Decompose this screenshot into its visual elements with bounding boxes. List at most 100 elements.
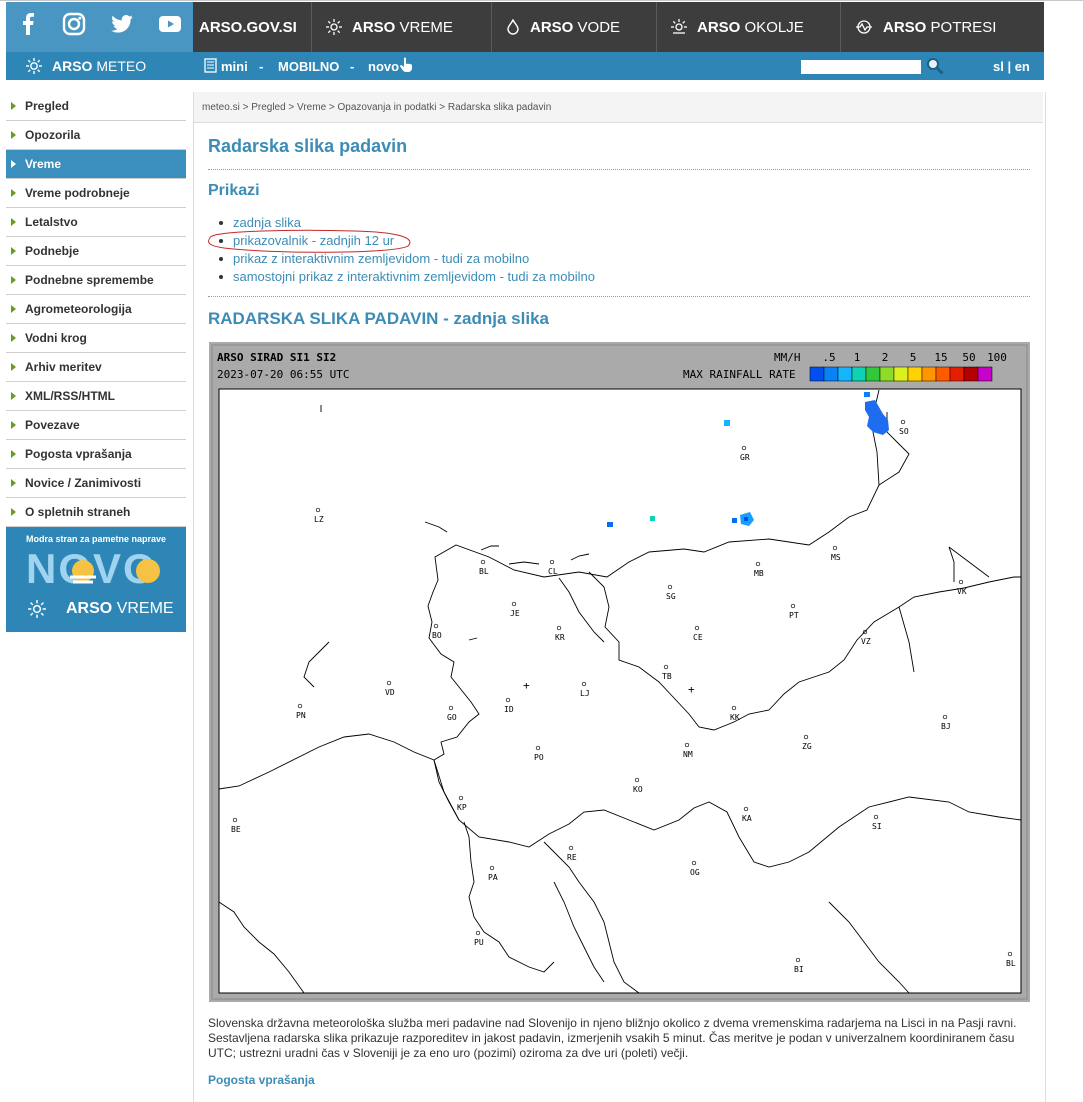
place-label: TB xyxy=(662,672,672,681)
radar-image: .5 1 2 5 15 50 100 SO GR LZ MS BL CL MB … xyxy=(209,342,1030,1002)
crosshair-marker: + xyxy=(688,683,695,696)
nav-arso-gov-si[interactable]: ARSO.GOV.SI xyxy=(193,2,312,52)
place-label: LZ xyxy=(314,515,324,524)
place-label: VD xyxy=(385,688,395,697)
sidebar-item-letalstvo[interactable]: Letalstvo xyxy=(6,208,186,237)
legend-color-swatch xyxy=(809,366,825,382)
mini-link[interactable]: mini xyxy=(221,59,248,74)
place-label: SI xyxy=(872,822,882,831)
sidebar-item-povezave[interactable]: Povezave xyxy=(6,411,186,440)
arrow-right-icon xyxy=(11,421,16,429)
sidebar-item-vreme-podrobneje[interactable]: Vreme podrobneje xyxy=(6,179,186,208)
place-label: BJ xyxy=(941,722,951,731)
place-label: GO xyxy=(447,713,457,722)
cloud-sun-icon xyxy=(70,560,96,584)
sidebar-menu: Pregled Opozorila Vreme Vreme podrobneje… xyxy=(6,92,186,527)
sidebar-item-vreme[interactable]: Vreme xyxy=(6,150,186,179)
language-switch[interactable]: sl | en xyxy=(993,59,1030,74)
sidebar-item-novice[interactable]: Novice / Zanimivosti xyxy=(6,469,186,498)
sun-haze-icon xyxy=(671,19,687,35)
radar-station: ARSO SIRAD SI1 SI2 xyxy=(217,351,336,364)
legend-color-swatch xyxy=(963,366,979,382)
earthquake-icon xyxy=(855,19,873,35)
arrow-right-icon xyxy=(11,450,16,458)
search-icon[interactable] xyxy=(926,57,944,78)
arrow-right-icon xyxy=(11,508,16,516)
sidebar-item-pogosta-vprasanja[interactable]: Pogosta vprašanja xyxy=(6,440,186,469)
legend-color-swatch xyxy=(879,366,895,382)
mini-icon[interactable] xyxy=(204,58,217,76)
sidebar-item-xml-rss-html[interactable]: XML/RSS/HTML xyxy=(6,382,186,411)
social-links xyxy=(6,2,193,52)
description-text: Slovenska državna meteorološka služba me… xyxy=(208,1016,1017,1060)
sidebar-item-arhiv-meritev[interactable]: Arhiv meritev xyxy=(6,353,186,382)
arrow-right-icon xyxy=(11,305,16,313)
arrow-right-icon xyxy=(11,276,16,284)
place-label: ZG xyxy=(802,742,812,751)
top-border xyxy=(0,0,1083,1)
arrow-right-icon xyxy=(11,102,16,110)
nav-arso-okolje[interactable]: ARSO OKOLJE xyxy=(657,2,841,52)
nav-arso-vreme[interactable]: ARSO VREME xyxy=(312,2,492,52)
place-label: MB xyxy=(754,569,764,578)
sun-icon xyxy=(28,600,46,623)
place-label: KO xyxy=(633,785,643,794)
radar-timestamp: 2023-07-20 06:55 UTC xyxy=(217,368,349,381)
arso-meteo-label: ARSO METEO xyxy=(52,58,147,74)
sidebar-item-opozorila[interactable]: Opozorila xyxy=(6,121,186,150)
legend-color-swatch xyxy=(921,366,937,382)
sun-icon xyxy=(136,559,160,583)
place-label: KK xyxy=(730,713,740,722)
legend-scale-label: 5 xyxy=(910,351,917,364)
legend-color-swatch xyxy=(851,366,867,382)
arrow-right-icon xyxy=(11,189,16,197)
place-label: OG xyxy=(690,868,700,877)
promo-brand: ARSO VREME xyxy=(66,600,174,617)
sub-navigation: mini - MOBILNO - novo sl | en xyxy=(193,52,1044,80)
place-label: GR xyxy=(740,453,750,462)
sidebar-item-podnebne-spremembe[interactable]: Podnebne spremembe xyxy=(6,266,186,295)
legend-color-swatch xyxy=(907,366,923,382)
nav-arso-vode[interactable]: ARSO VODE xyxy=(492,2,657,52)
legend-color-swatch xyxy=(837,366,853,382)
sidebar-item-vodni-krog[interactable]: Vodni krog xyxy=(6,324,186,353)
promo-novo-logo: NOVO xyxy=(26,547,166,591)
radar-legend-title: MAX RAINFALL RATE xyxy=(683,368,796,381)
arrow-right-icon xyxy=(11,392,16,400)
novo-link[interactable]: novo xyxy=(368,59,399,74)
arso-meteo-bar[interactable]: ARSO METEO xyxy=(6,52,193,80)
sidebar-item-o-spletnih-straneh[interactable]: O spletnih straneh xyxy=(6,498,186,527)
search-input[interactable] xyxy=(801,60,921,74)
place-label: PU xyxy=(474,938,484,947)
sidebar-item-agrometeorologija[interactable]: Agrometeorologija xyxy=(6,295,186,324)
facebook-icon[interactable] xyxy=(14,10,42,38)
arrow-right-icon xyxy=(11,247,16,255)
water-drop-icon xyxy=(506,19,520,35)
prikazi-heading: Prikazi xyxy=(208,182,260,199)
place-label: PO xyxy=(534,753,544,762)
sidebar-item-pregled[interactable]: Pregled xyxy=(6,92,186,121)
place-label: CE xyxy=(693,633,703,642)
legend-color-swatch xyxy=(893,366,909,382)
youtube-icon[interactable] xyxy=(156,10,184,38)
faq-link[interactable]: Pogosta vprašanja xyxy=(208,1073,315,1087)
twitter-icon[interactable] xyxy=(108,10,136,38)
place-label: ID xyxy=(504,705,514,714)
place-label: RE xyxy=(567,853,577,862)
nav-arso-potresi[interactable]: ARSO POTRESI xyxy=(841,2,1044,52)
place-label: PA xyxy=(488,873,498,882)
mobilno-link[interactable]: MOBILNO xyxy=(278,59,339,74)
link-samostojni-prikaz[interactable]: samostojni prikaz z interaktivnim zemlje… xyxy=(216,269,595,287)
legend-scale-label: 50 xyxy=(962,351,975,364)
legend-color-swatch xyxy=(949,366,965,382)
place-label: LJ xyxy=(580,689,590,698)
legend-scale-label: 1 xyxy=(854,351,861,364)
sidebar-item-podnebje[interactable]: Podnebje xyxy=(6,237,186,266)
top-navigation: ARSO.GOV.SI ARSO VREME ARSO VODE ARSO OK… xyxy=(193,2,1044,52)
place-label: SO xyxy=(899,427,909,436)
place-label: NM xyxy=(683,750,693,759)
instagram-icon[interactable] xyxy=(60,10,88,38)
divider xyxy=(208,169,1030,170)
novo-promo-banner[interactable]: Modra stran za pametne naprave NOVO ARSO… xyxy=(6,527,186,632)
place-label: KA xyxy=(742,814,752,823)
